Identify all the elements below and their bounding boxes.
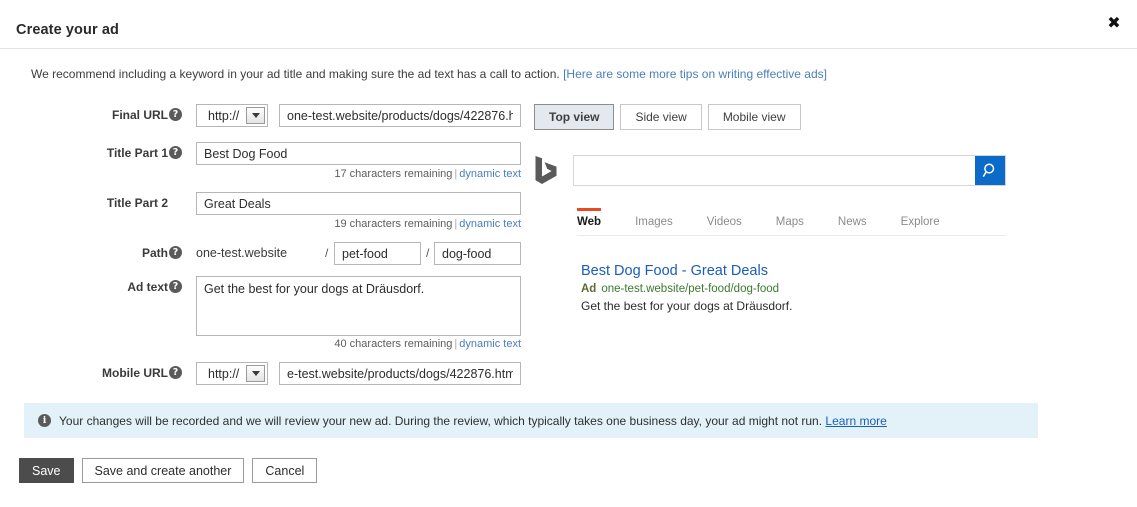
cancel-button[interactable]: Cancel: [252, 458, 318, 483]
mobile-url-label: Mobile URL: [102, 366, 168, 380]
title-part-2-counter-text: 19 characters remaining: [334, 218, 453, 230]
writing-tips-link[interactable]: [Here are some more tips on writing effe…: [563, 67, 827, 81]
title-part-2-dynamic-text-link[interactable]: dynamic text: [459, 218, 521, 230]
review-notice-text: Your changes will be recorded and we wil…: [59, 414, 887, 428]
page-title: Create your ad: [16, 22, 119, 38]
review-notice-message: Your changes will be recorded and we wil…: [59, 413, 823, 428]
final-url-help-icon[interactable]: ?: [169, 108, 182, 121]
bing-vertical-tabs: Web Images Videos Maps News Explore: [577, 208, 1006, 236]
title-part-1-label: Title Part 1: [106, 146, 168, 160]
ad-preview-display-url: one-test.website/pet-food/dog-food: [601, 283, 780, 295]
title-part-1-counter-text: 17 characters remaining: [334, 168, 453, 180]
title-part-1-dynamic-text-link[interactable]: dynamic text: [459, 168, 521, 180]
ad-preview-description: Get the best for your dogs at Dräusdorf.: [581, 299, 793, 313]
title-part-1-counter: 17 characters remaining | dynamic text: [334, 168, 521, 180]
title-part-2-label: Title Part 2: [106, 196, 168, 210]
save-and-create-another-button[interactable]: Save and create another: [81, 458, 245, 483]
chevron-down-icon[interactable]: [246, 365, 265, 382]
ad-text-help-icon[interactable]: ?: [169, 280, 182, 293]
title-part-2-counter: 19 characters remaining | dynamic text: [334, 218, 521, 230]
path-separator-1: /: [325, 246, 329, 260]
tab-top-view[interactable]: Top view: [534, 104, 615, 130]
tab-mobile-view[interactable]: Mobile view: [707, 104, 801, 130]
mobile-url-protocol-select[interactable]: http://: [196, 362, 268, 385]
recommendation-label: We recommend including a keyword in your…: [31, 67, 560, 81]
title-part-1-input[interactable]: [196, 142, 521, 165]
mobile-url-help-icon[interactable]: ?: [169, 366, 182, 379]
vertical-tab-web[interactable]: Web: [577, 208, 602, 228]
review-notice-bar: i Your changes will be recorded and we w…: [24, 403, 1038, 438]
vertical-tab-maps[interactable]: Maps: [776, 208, 804, 228]
vertical-tab-videos[interactable]: Videos: [707, 208, 742, 228]
path-separator-2: /: [426, 246, 430, 260]
title-part-2-input[interactable]: [196, 192, 521, 215]
ad-badge: Ad: [581, 283, 597, 295]
ad-text-label: Ad text: [127, 280, 168, 294]
header-divider: [0, 48, 1137, 49]
vertical-tab-explore[interactable]: Explore: [901, 208, 940, 228]
ad-text-counter-text: 40 characters remaining: [334, 338, 453, 350]
close-icon[interactable]: ✖: [1105, 14, 1123, 32]
tab-side-view[interactable]: Side view: [620, 104, 702, 130]
path-part-2-input[interactable]: [434, 242, 521, 265]
mobile-url-protocol-value: http://: [208, 366, 240, 381]
preview-tab-bar: Top view Side view Mobile view: [534, 104, 807, 130]
ad-text-counter: 40 characters remaining | dynamic text: [334, 338, 521, 350]
bing-logo: [534, 155, 560, 185]
chevron-down-icon[interactable]: [246, 107, 265, 124]
final-url-protocol-value: http://: [208, 108, 240, 123]
final-url-label: Final URL: [112, 108, 168, 122]
ad-text-input[interactable]: Get the best for your dogs at Dräusdorf.: [196, 276, 521, 336]
ad-preview-title[interactable]: Best Dog Food - Great Deals: [581, 262, 792, 280]
vertical-tab-news[interactable]: News: [838, 208, 867, 228]
form-action-buttons: Save Save and create another Cancel: [19, 458, 325, 483]
mobile-url-input[interactable]: [279, 362, 521, 385]
recommendation-text: We recommend including a keyword in your…: [31, 67, 827, 81]
ad-preview-result: Best Dog Food - Great Deals Ad one-test.w…: [581, 262, 792, 314]
path-part-1-input[interactable]: [334, 242, 421, 265]
title-part-1-help-icon[interactable]: ?: [169, 146, 182, 159]
bing-search-input[interactable]: [574, 156, 974, 185]
path-label: Path: [141, 246, 168, 260]
search-icon[interactable]: [975, 156, 1005, 185]
path-domain: one-test.website: [196, 246, 288, 260]
info-icon: i: [38, 414, 51, 427]
ad-preview-url-row: Ad one-test.website/pet-food/dog-food: [581, 282, 792, 297]
learn-more-link[interactable]: Learn more: [825, 414, 886, 428]
vertical-tab-images[interactable]: Images: [635, 208, 673, 228]
ad-text-dynamic-text-link[interactable]: dynamic text: [459, 338, 521, 350]
save-button[interactable]: Save: [19, 458, 74, 483]
path-help-icon[interactable]: ?: [169, 246, 182, 259]
final-url-input[interactable]: [279, 104, 521, 127]
bing-search-bar: [573, 155, 1006, 186]
final-url-protocol-select[interactable]: http://: [196, 104, 268, 127]
